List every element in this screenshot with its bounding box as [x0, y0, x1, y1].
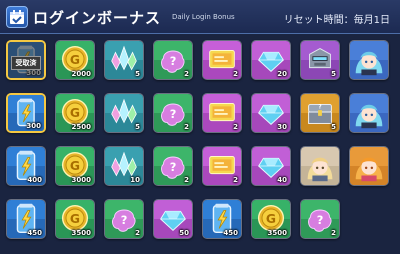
reward-quantity: 50 [179, 229, 189, 237]
reward-cell[interactable]: ? 2 [300, 199, 340, 239]
reward-cell[interactable]: 20 [251, 40, 291, 80]
reward-cell[interactable]: 300受取済 [6, 40, 46, 80]
reward-cell[interactable] [349, 146, 389, 186]
reward-cell[interactable]: 5 [104, 93, 144, 133]
svg-text:G: G [70, 159, 80, 173]
reward-cell[interactable]: G 2500 [55, 93, 95, 133]
reward-quantity: 3000 [71, 176, 91, 184]
reward-cell[interactable]: ? 2 [153, 93, 193, 133]
reward-quantity: 450 [27, 229, 42, 237]
svg-text:?: ? [170, 107, 177, 121]
reward-quantity: 300 [26, 122, 41, 130]
reward-cell[interactable]: 5 [104, 40, 144, 80]
reset-time-text: リセット時間：毎月1日 [283, 15, 390, 26]
reward-quantity: 450 [223, 229, 238, 237]
reward-cell[interactable]: G 3500 [55, 199, 95, 239]
svg-text:?: ? [170, 160, 177, 174]
reward-cell[interactable]: 10 [104, 146, 144, 186]
reward-cell[interactable]: ? 2 [104, 199, 144, 239]
reward-quantity: 2 [135, 229, 140, 237]
header-bar: ログインボーナス Daily Login Bonus リセット時間：毎月1日 [0, 0, 400, 34]
svg-text:G: G [70, 106, 80, 120]
svg-text:?: ? [121, 213, 128, 227]
calendar-check-icon [6, 6, 28, 28]
reward-cell[interactable]: ? 5 [300, 93, 340, 133]
reward-quantity: 5 [135, 123, 140, 131]
reward-quantity: 30 [277, 123, 287, 131]
svg-text:G: G [266, 212, 276, 226]
reward-quantity: 2000 [71, 70, 91, 78]
reward-quantity: 2 [233, 176, 238, 184]
page-title: ログインボーナス [33, 9, 162, 27]
reward-cell[interactable]: ? 2 [153, 146, 193, 186]
reward-cell[interactable]: 450 [6, 199, 46, 239]
svg-text:G: G [70, 53, 80, 67]
reward-cell[interactable]: 400 [6, 146, 46, 186]
reward-cell[interactable]: 300 [6, 93, 46, 133]
svg-text:?: ? [318, 105, 321, 111]
reward-quantity: 2 [331, 229, 336, 237]
reward-cell[interactable]: 2 [202, 93, 242, 133]
reward-quantity: 3500 [71, 229, 91, 237]
reward-quantity: 2 [184, 123, 189, 131]
reward-quantity: 20 [277, 70, 287, 78]
reward-quantity: 5 [135, 70, 140, 78]
reward-cell[interactable]: 30 [251, 93, 291, 133]
reward-cell[interactable]: 450 [202, 199, 242, 239]
svg-text:?: ? [317, 213, 324, 227]
svg-text:G: G [70, 212, 80, 226]
reward-quantity: 10 [130, 176, 140, 184]
reward-quantity: 2 [233, 70, 238, 78]
svg-text:?: ? [170, 54, 177, 68]
reward-quantity: 40 [277, 176, 287, 184]
reward-cell[interactable]: 2 [202, 146, 242, 186]
reward-cell[interactable] [300, 146, 340, 186]
reward-cell[interactable]: 40 [251, 146, 291, 186]
reward-quantity: 400 [27, 176, 42, 184]
reward-grid: 300受取済G20005?22205300G25005?2230?5400G30… [6, 40, 398, 252]
reward-cell[interactable]: ? 2 [153, 40, 193, 80]
reward-cell[interactable]: 5 [300, 40, 340, 80]
reward-quantity: 5 [331, 123, 336, 131]
reward-cell[interactable]: G 2000 [55, 40, 95, 80]
reward-cell[interactable] [349, 93, 389, 133]
claimed-label: 受取済 [11, 56, 41, 70]
reward-quantity: 2 [184, 70, 189, 78]
reward-cell[interactable] [349, 40, 389, 80]
reward-quantity: 2 [233, 123, 238, 131]
page-subtitle: Daily Login Bonus [172, 13, 235, 21]
claimed-overlay: 受取済 [8, 42, 44, 78]
reward-cell[interactable]: G 3000 [55, 146, 95, 186]
reward-cell[interactable]: 2 [202, 40, 242, 80]
reward-quantity: 5 [331, 70, 336, 78]
reward-quantity: 2 [184, 176, 189, 184]
reward-quantity: 3500 [267, 229, 287, 237]
reward-quantity: 2500 [71, 123, 91, 131]
reward-cell[interactable]: 50 [153, 199, 193, 239]
reward-cell[interactable]: G 3500 [251, 199, 291, 239]
